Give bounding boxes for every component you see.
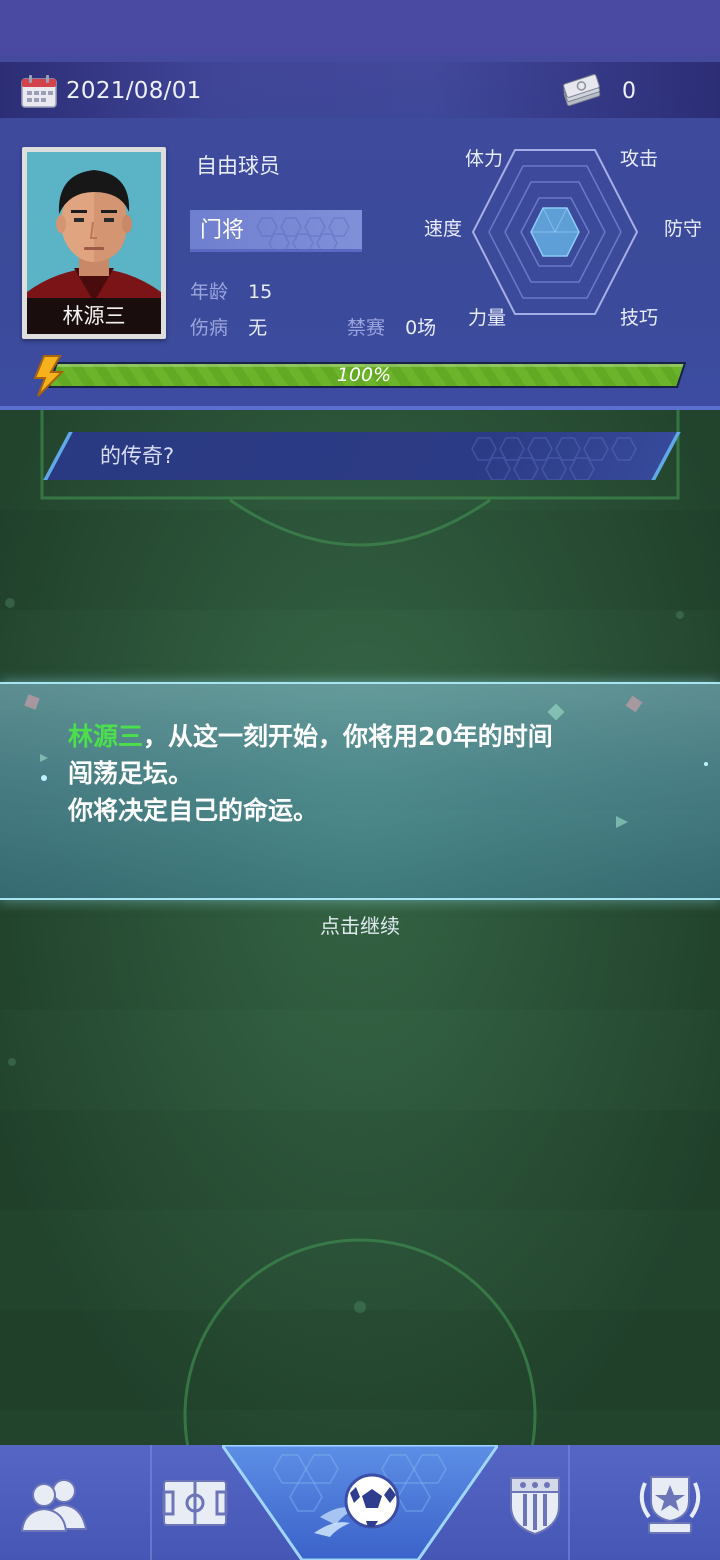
- money-display: 0: [560, 72, 636, 110]
- player-position: 门将: [200, 218, 245, 243]
- injury-value: 无: [248, 317, 268, 339]
- player-name-label: 林源三: [27, 298, 161, 334]
- hex-pattern-decoration: [256, 217, 350, 249]
- injury-label: 伤病: [190, 317, 229, 339]
- story-dialog-text: 林源三，从这一刻开始，你将用20年的时间 闯荡足坛。 你将决定自己的命运。: [68, 718, 553, 829]
- age-label: 年龄: [190, 281, 229, 303]
- lightning-icon: [30, 354, 66, 398]
- suspension-label: 禁赛: [347, 317, 386, 339]
- date-display: 2021/08/01: [20, 72, 202, 110]
- current-date: 2021/08/01: [66, 78, 202, 104]
- tap-to-continue[interactable]: 点击继续: [0, 910, 720, 939]
- calendar-icon: [20, 73, 58, 109]
- trophy-icon: [639, 1475, 701, 1534]
- story-dialog[interactable]: 林源三，从这一刻开始，你将用20年的时间 闯荡足坛。 你将决定自己的命运。: [0, 682, 720, 900]
- dialog-line-2: 闯荡足坛。: [68, 759, 194, 788]
- stamina-bar: 100%: [42, 362, 687, 388]
- radar-label-stamina: 体力: [465, 148, 504, 170]
- club-badge-icon: [510, 1476, 560, 1535]
- radar-label-attack: 攻击: [620, 148, 659, 170]
- suspension-row: 禁赛 0场: [347, 313, 436, 340]
- dialog-line-3: 你将决定自己的命运。: [68, 796, 319, 825]
- football-icon: [314, 1473, 400, 1537]
- highlighted-player-name: 林源三: [68, 722, 144, 751]
- player-status: 自由球员: [196, 154, 280, 178]
- radar-label-speed: 速度: [424, 218, 463, 240]
- pitch-icon: [162, 1479, 228, 1526]
- nav-trophy[interactable]: [615, 1445, 720, 1560]
- team-icon: [20, 1478, 88, 1532]
- radar-label-skill: 技巧: [620, 307, 659, 329]
- suspension-value: 0场: [405, 317, 437, 339]
- story-banner: 的传奇?: [43, 432, 681, 480]
- banner-hex-decoration: [471, 437, 637, 480]
- story-banner-text: 的传奇?: [100, 444, 175, 468]
- cash-stack-icon: [560, 73, 604, 109]
- injury-row: 伤病 无: [190, 313, 267, 340]
- player-portrait-card[interactable]: 林源三: [22, 147, 166, 339]
- player-avatar: 林源三: [27, 152, 161, 334]
- money-amount: 0: [622, 78, 636, 104]
- age-value: 15: [248, 281, 273, 303]
- dialog-line-1: ，从这一刻开始，你将用20年的时间: [143, 722, 553, 751]
- nav-team[interactable]: [0, 1445, 110, 1560]
- player-position-badge: 门将: [190, 210, 362, 252]
- nav-pitch[interactable]: [140, 1445, 250, 1560]
- nav-play[interactable]: [305, 1445, 415, 1560]
- nav-club[interactable]: [480, 1445, 590, 1560]
- stamina-percent: 100%: [336, 364, 392, 386]
- radar-label-defense: 防守: [664, 218, 703, 240]
- age-row: 年龄 15: [190, 277, 272, 304]
- radar-label-strength: 力量: [468, 307, 507, 329]
